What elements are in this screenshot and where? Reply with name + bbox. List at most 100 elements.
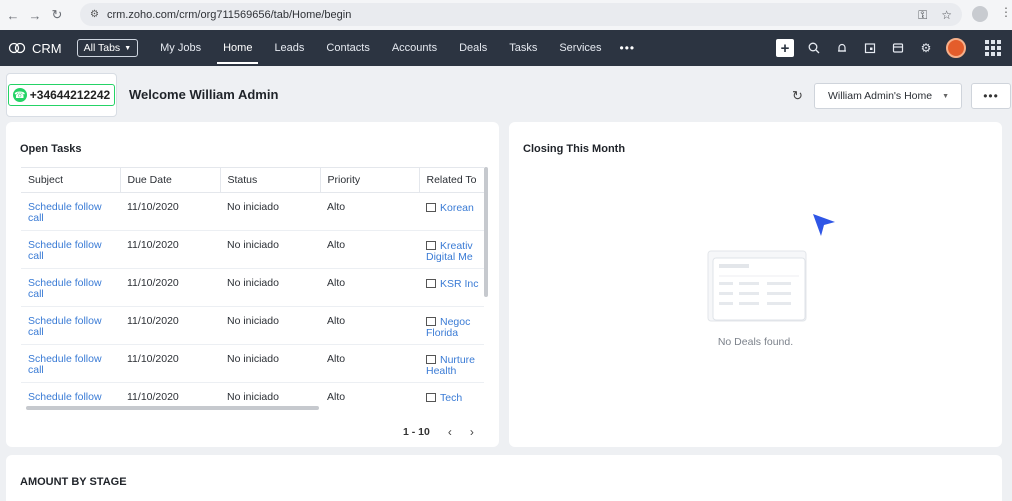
table-row: Schedule follow call 11/10/2020 No inici… [21,192,484,231]
tab-deals[interactable]: Deals [459,30,487,66]
open-tasks-title: Open Tasks [20,143,82,155]
crm-top-nav: CRM All Tabs ▼ My Jobs Home Leads Contac… [0,30,1012,66]
empty-state-text: No Deals found. [717,336,794,348]
address-bar[interactable]: ⚙ crm.zoho.com/crm/org711569656/tab/Home… [80,3,962,26]
whatsapp-icon: ☎ [12,88,27,102]
building-icon [426,393,436,402]
bookmark-star-icon[interactable]: ☆ [941,8,952,23]
tab-tasks[interactable]: Tasks [509,30,537,66]
table-row: Schedule follow call 11/10/2020 No inici… [21,268,484,307]
tab-services[interactable]: Services [559,30,601,66]
closing-title: Closing This Month [523,143,626,155]
header-more-button[interactable]: ••• [971,83,1011,109]
notification-bell-icon[interactable] [834,40,850,56]
task-due-date: 11/10/2020 [120,230,220,269]
whatsapp-widget[interactable]: ☎ +34644212242 [6,73,117,117]
tab-leads[interactable]: Leads [274,30,304,66]
related-to-link[interactable]: Negoc Florida [419,306,484,345]
back-arrow-icon[interactable]: ← [2,4,24,26]
task-subject-link[interactable]: Schedule follow call [21,306,120,345]
next-page-icon[interactable]: › [470,425,474,439]
table-row: Schedule follow call 11/10/2020 No inici… [21,306,484,345]
tab-contacts[interactable]: Contacts [326,30,369,66]
home-view-dropdown[interactable]: William Admin's Home ▼ [814,83,962,109]
building-icon [426,355,436,364]
task-status: No iniciado [220,306,320,345]
col-due-date[interactable]: Due Date [120,167,221,193]
crm-logo-icon [8,42,26,54]
prev-page-icon[interactable]: ‹ [448,425,452,439]
building-icon [426,241,436,250]
task-priority: Alto [320,268,419,307]
all-tabs-button[interactable]: All Tabs ▼ [76,39,139,57]
refresh-icon[interactable]: ↻ [792,88,803,104]
marketplace-icon[interactable] [890,40,906,56]
crm-logo[interactable]: CRM [8,41,62,56]
empty-table-illustration [707,250,807,322]
calendar-icon[interactable] [862,40,878,56]
caret-down-icon: ▼ [124,44,132,52]
building-icon [426,279,436,288]
col-related-to[interactable]: Related To [419,167,484,193]
related-to-link[interactable]: Tech [419,382,484,410]
open-tasks-table: Subject Due Date Status Priority Related… [21,167,484,410]
tab-my-jobs[interactable]: My Jobs [160,30,201,66]
task-subject-link[interactable]: Schedule follow call [21,192,120,231]
col-priority[interactable]: Priority [320,167,420,193]
create-new-button[interactable]: + [776,39,794,57]
horizontal-scrollbar[interactable] [26,406,319,410]
related-to-label: KSR Inc [440,278,479,290]
open-tasks-panel: Open Tasks Subject Due Date Status Prior… [6,122,499,447]
whatsapp-number: +34644212242 [29,88,111,102]
task-status: No iniciado [220,192,320,231]
related-to-link[interactable]: Nurture Health [419,344,484,383]
browser-toolbar: ← → ↻ ⚙ crm.zoho.com/crm/org711569656/ta… [0,0,1012,30]
task-due-date: 11/10/2020 [120,344,220,383]
related-to-label: Korean [440,202,474,214]
task-subject-link[interactable]: Schedule follow call [21,230,120,269]
task-priority: Alto [320,382,419,410]
task-status: No iniciado [220,230,320,269]
settings-gear-icon[interactable]: ⚙ [918,40,934,56]
related-to-link[interactable]: Kreativ Digital Me [419,230,484,269]
tab-accounts[interactable]: Accounts [392,30,437,66]
search-icon[interactable] [806,40,822,56]
amount-by-stage-title: AMOUNT BY STAGE [20,476,127,488]
url-text: crm.zoho.com/crm/org711569656/tab/Home/b… [106,8,352,21]
col-subject[interactable]: Subject [21,167,121,193]
reload-icon[interactable]: ↻ [46,4,68,26]
key-icon[interactable]: ⚿ [918,8,927,23]
related-to-link[interactable]: Korean [419,192,484,231]
table-row: Schedule follow call 11/10/2020 No inici… [21,344,484,383]
related-to-link[interactable]: KSR Inc [419,268,484,307]
task-status: No iniciado [220,268,320,307]
pagination: 1 - 10 ‹ › [403,425,474,439]
task-due-date: 11/10/2020 [120,192,220,231]
browser-profile-icon[interactable] [972,6,988,22]
apps-grid-icon[interactable] [984,39,1002,57]
building-icon [426,203,436,212]
mouse-cursor-icon [813,214,835,236]
building-icon [426,317,436,326]
forward-arrow-icon[interactable]: → [24,4,46,26]
user-avatar[interactable] [946,38,966,58]
task-priority: Alto [320,230,419,269]
task-subject-link[interactable]: Schedule follow call [21,344,120,383]
amount-by-stage-panel: AMOUNT BY STAGE [6,455,1002,501]
all-tabs-label: All Tabs [83,42,121,54]
tab-home[interactable]: Home [217,30,259,66]
col-status[interactable]: Status [220,167,321,193]
task-priority: Alto [320,344,419,383]
more-tabs-button[interactable]: ••• [620,41,636,55]
vertical-scrollbar[interactable] [484,167,488,297]
related-to-label: Tech [440,392,463,404]
task-priority: Alto [320,192,419,231]
task-subject-link[interactable]: Schedule follow call [21,268,120,307]
crm-brand-label: CRM [32,40,62,56]
task-priority: Alto [320,306,419,345]
site-settings-icon[interactable]: ⚙ [90,9,99,20]
browser-menu-icon[interactable]: ⋮ [1000,5,1012,19]
page-range: 1 - 10 [403,426,430,438]
task-status: No iniciado [220,344,320,383]
task-due-date: 11/10/2020 [120,268,220,307]
